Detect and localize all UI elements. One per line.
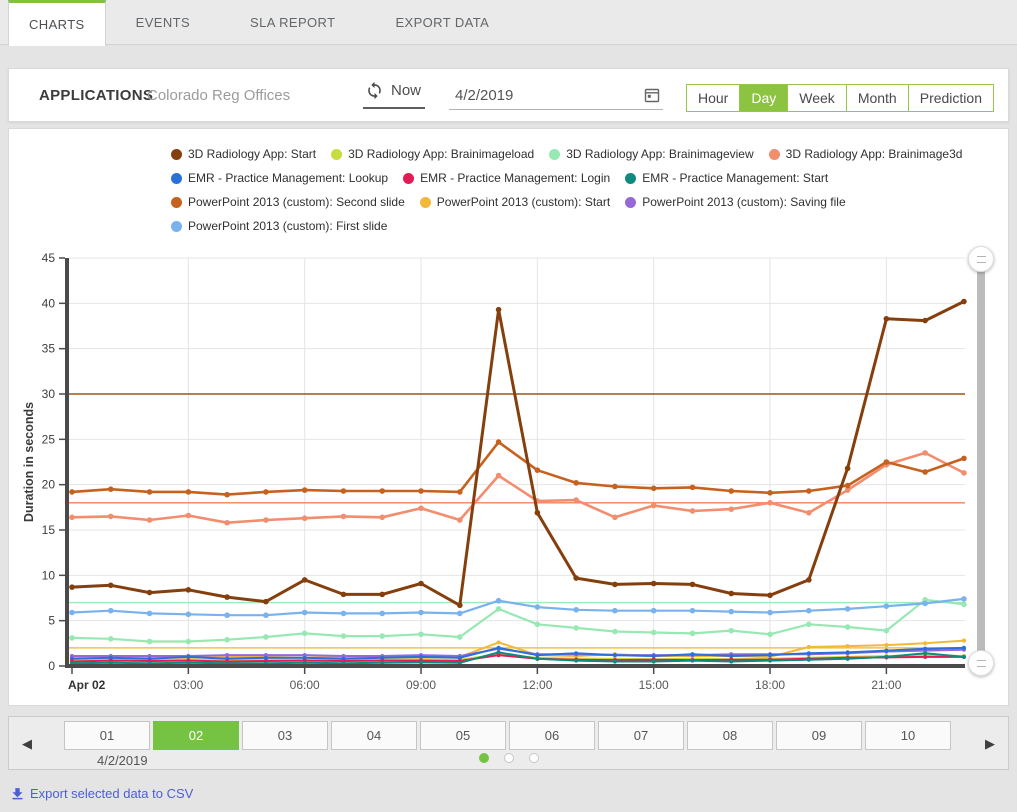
tab-events[interactable]: EVENTS — [106, 0, 220, 44]
svg-text:45: 45 — [42, 251, 56, 265]
pager-dot-2[interactable] — [504, 753, 514, 763]
pager-dot-1[interactable] — [479, 753, 489, 763]
tab-export-data[interactable]: EXPORT DATA — [365, 0, 519, 44]
filter-header-card: APPLICATIONS Colorado Reg Offices Now 4/… — [8, 68, 1009, 122]
svg-text:5: 5 — [48, 614, 55, 628]
pager-dots — [9, 753, 1008, 763]
svg-text:40: 40 — [42, 296, 56, 310]
tab-sla-report[interactable]: SLA REPORT — [220, 0, 365, 44]
range-button-hour[interactable]: Hour — [687, 85, 739, 111]
download-icon — [10, 786, 25, 801]
chart-zoom-scrollbar-track — [977, 259, 985, 663]
svg-text:30: 30 — [42, 387, 56, 401]
svg-text:18:00: 18:00 — [755, 678, 785, 692]
date-input[interactable]: 4/2/2019 — [449, 81, 663, 110]
svg-text:03:00: 03:00 — [173, 678, 203, 692]
day-button-01[interactable]: 01 — [64, 721, 150, 750]
pager-dot-3[interactable] — [529, 753, 539, 763]
svg-text:15: 15 — [42, 523, 56, 537]
day-button-10[interactable]: 10 — [865, 721, 951, 750]
svg-text:21:00: 21:00 — [871, 678, 901, 692]
refresh-icon — [365, 81, 384, 100]
day-button-row: 01020304050607080910 — [64, 721, 951, 750]
day-button-03[interactable]: 03 — [242, 721, 328, 750]
svg-text:06:00: 06:00 — [290, 678, 320, 692]
calendar-icon[interactable] — [643, 86, 663, 104]
day-button-04[interactable]: 04 — [331, 721, 417, 750]
day-button-08[interactable]: 08 — [687, 721, 773, 750]
tab-charts[interactable]: CHARTS — [8, 0, 106, 46]
export-csv-link[interactable]: Export selected data to CSV — [10, 786, 193, 801]
range-button-prediction[interactable]: Prediction — [908, 85, 993, 111]
grip-equals-icon — [977, 660, 986, 667]
day-button-05[interactable]: 05 — [420, 721, 506, 750]
range-button-day[interactable]: Day — [739, 85, 787, 111]
applications-value: Colorado Reg Offices — [147, 87, 290, 104]
svg-text:0: 0 — [48, 659, 55, 673]
grip-equals-icon — [977, 256, 986, 263]
day-button-07[interactable]: 07 — [598, 721, 684, 750]
svg-text:Duration in seconds: Duration in seconds — [22, 402, 36, 522]
day-button-06[interactable]: 06 — [509, 721, 595, 750]
refresh-now-button[interactable]: Now — [363, 81, 425, 109]
range-button-month[interactable]: Month — [846, 85, 908, 111]
svg-text:20: 20 — [42, 478, 56, 492]
top-tab-bar: CHARTSEVENTSSLA REPORTEXPORT DATA — [0, 0, 1017, 45]
chart-zoom-scrollbar-top-handle[interactable] — [968, 246, 994, 272]
chart-card: 3D Radiology App: Start3D Radiology App:… — [8, 128, 1009, 706]
export-csv-label: Export selected data to CSV — [30, 786, 193, 801]
day-pagination-bar: ◀ 01020304050607080910 ▶ 4/2/2019 — [8, 716, 1009, 770]
duration-line-chart[interactable]: 0 5 10 15 20 25 30 35 40 45 Apr 02 03:00 06:00 09:00 1… — [9, 129, 1008, 705]
date-input-value: 4/2/2019 — [449, 87, 513, 104]
day-button-02[interactable]: 02 — [153, 721, 239, 750]
svg-text:35: 35 — [42, 342, 56, 356]
svg-text:12:00: 12:00 — [522, 678, 552, 692]
apm-dashboard: CHARTSEVENTSSLA REPORTEXPORT DATA APPLIC… — [0, 0, 1017, 812]
chart-zoom-scrollbar-bottom-handle[interactable] — [968, 650, 994, 676]
now-button-label: Now — [391, 82, 421, 99]
svg-text:09:00: 09:00 — [406, 678, 436, 692]
day-button-09[interactable]: 09 — [776, 721, 862, 750]
svg-text:Apr 02: Apr 02 — [68, 678, 106, 692]
time-range-button-group: HourDayWeekMonthPrediction — [686, 84, 994, 112]
svg-text:15:00: 15:00 — [639, 678, 669, 692]
svg-text:25: 25 — [42, 432, 56, 446]
applications-label: APPLICATIONS — [39, 87, 153, 104]
svg-text:10: 10 — [42, 568, 56, 582]
range-button-week[interactable]: Week — [787, 85, 846, 111]
